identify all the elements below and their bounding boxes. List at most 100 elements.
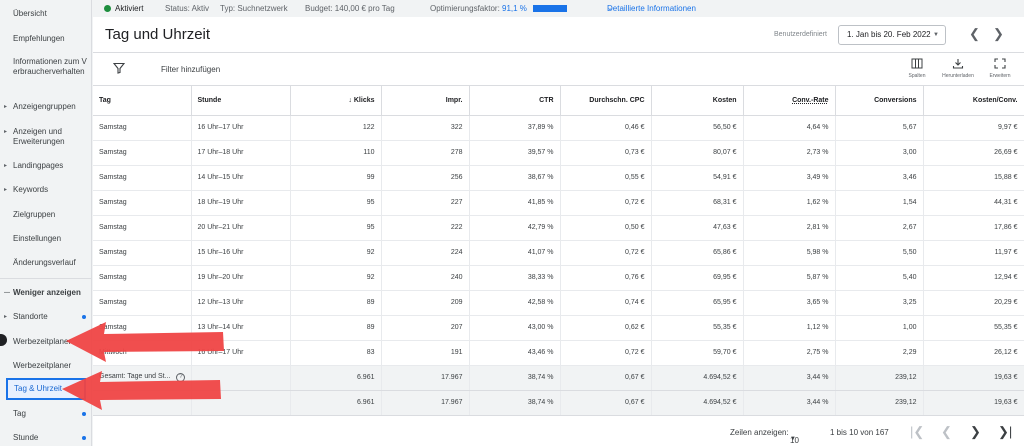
table-cell: 6.961 [290, 390, 382, 416]
table-cell: 38,74 % [469, 390, 561, 416]
cell-value: 1,12 % [806, 324, 829, 331]
cell-value: 17,86 € [994, 224, 1018, 231]
sidebar-item-empfehlungen[interactable]: Empfehlungen [0, 34, 92, 44]
sidebar-item-verbraucherverhalten[interactable]: Informationen zum Verbraucherverhalten [0, 57, 92, 77]
sidebar-subitem-stunde[interactable]: Stunde [0, 433, 92, 443]
column-header-stunde[interactable]: Stunde [191, 86, 291, 116]
table-row[interactable]: Samstag 15 Uhr–16 Uhr 92 224 41,07 % 0,72 € 65… [93, 240, 1024, 266]
date-range-picker[interactable]: 1. Jan bis 20. Feb 2022 ▼ [838, 25, 946, 45]
table-cell: 55,35 € [651, 315, 744, 341]
table-row[interactable]: Samstag 17 Uhr–18 Uhr 110 278 39,57 % 0,73 € 8… [93, 140, 1024, 166]
table-cell: 6.961 [290, 365, 382, 391]
column-header-tag[interactable]: Tag [93, 86, 192, 116]
next-page-icon[interactable]: ❯ [970, 424, 981, 440]
sidebar-item-label: Zielgruppen [13, 210, 56, 219]
table-row[interactable]: Samstag 16 Uhr–17 Uhr 122 322 37,89 % 0,46 € 5… [93, 115, 1024, 141]
cell-value: 65,95 € [713, 299, 737, 306]
cell-value: 3,46 [902, 174, 917, 181]
filter-icon[interactable] [113, 62, 125, 74]
column-header-conv-rate[interactable]: Conv.-Rate [743, 86, 836, 116]
cell-value: 4,64 % [806, 124, 829, 131]
column-header-klicks[interactable]: ↓ Klicks [290, 86, 382, 116]
last-page-icon[interactable]: ❯| [998, 424, 1012, 440]
table-cell: Samstag [93, 240, 192, 266]
table-cell: 95 [290, 215, 382, 241]
table-row[interactable]: Samstag 20 Uhr–21 Uhr 95 222 42,79 % 0,50 € 47… [93, 215, 1024, 241]
columns-button[interactable]: Spalten [900, 58, 934, 79]
column-header-cpc[interactable]: Durchschn. CPC [560, 86, 652, 116]
sidebar-item-uebersicht[interactable]: Übersicht [0, 9, 92, 19]
cell-value: 15 Uhr–16 Uhr [197, 249, 244, 256]
column-header-impr[interactable]: Impr. [381, 86, 470, 116]
expand-icon [994, 58, 1006, 69]
cell-value: 89 [366, 324, 375, 331]
cell-value: 41,85 % [527, 199, 554, 206]
cell-value: 44,31 € [994, 199, 1018, 206]
previous-page-icon[interactable]: ❮ [941, 424, 952, 440]
table-cell: 65,95 € [651, 290, 744, 316]
total-row[interactable]: Gesamt: Tage und St...? 6.961 17.967 38,74 … [93, 365, 1024, 391]
table-row[interactable]: Samstag 18 Uhr–19 Uhr 95 227 41,85 % 0,72 € 68… [93, 190, 1024, 216]
help-icon[interactable]: ? [176, 373, 186, 382]
cell-value: 256 [450, 174, 463, 181]
table-row[interactable]: Samstag 19 Uhr–20 Uhr 92 240 38,33 % 0,76 € 69… [93, 265, 1024, 291]
cell-value: 4.694,52 € [703, 399, 737, 406]
cell-value: Mittwoch [99, 349, 127, 356]
table-cell: 95 [290, 190, 382, 216]
sidebar-item-aenderungsverlauf[interactable]: Änderungsverlauf [0, 258, 92, 268]
sidebar-item-werbezeitplaner[interactable]: ▾Werbezeitplaner [0, 337, 92, 347]
table-row[interactable]: Samstag 12 Uhr–13 Uhr 89 209 42,58 % 0,74 € 65… [93, 290, 1024, 316]
cell-value: 1,62 % [806, 199, 829, 206]
table-cell: 1,62 % [743, 190, 836, 216]
cell-value: 207 [450, 324, 463, 331]
sidebar-item-einstellungen[interactable]: Einstellungen [0, 234, 92, 244]
cell-value: 92 [366, 249, 375, 256]
sidebar-item-zielgruppen[interactable]: Zielgruppen [0, 210, 92, 220]
table-cell: 19,63 € [923, 365, 1024, 391]
cell-value: 19,63 € [994, 399, 1018, 406]
column-header-ctr[interactable]: CTR [469, 86, 561, 116]
sidebar-item-label: Werbezeitplaner [13, 337, 72, 346]
next-period-icon[interactable]: ❯ [993, 26, 1004, 42]
sidebar-item-keywords[interactable]: ▸ Keywords [0, 185, 92, 195]
sidebar-subitem-tag-uhrzeit[interactable]: Tag & Uhrzeit [6, 378, 86, 400]
first-page-icon[interactable]: |❮ [910, 424, 924, 440]
table-row[interactable]: Samstag 13 Uhr–14 Uhr 89 207 43,00 % 0,62 € 55… [93, 315, 1024, 341]
table-row[interactable]: Mittwoch 16 Uhr–17 Uhr 83 191 43,46 % 0,72 € 5… [93, 340, 1024, 366]
cell-value: 13 Uhr–14 Uhr [197, 324, 244, 331]
sidebar-item-landingpages[interactable]: ▸ Landingpages [0, 161, 92, 171]
download-button[interactable]: Herunterladen [941, 58, 975, 79]
expand-button[interactable]: Erweitern [983, 58, 1017, 79]
table-cell: 3,00 [835, 140, 924, 166]
column-header-kosten-conv[interactable]: Kosten/Conv. [923, 86, 1024, 116]
sidebar-item-label: Stunde [13, 433, 39, 442]
sidebar-subitem-tag[interactable]: Tag [0, 409, 92, 419]
cell-value: 89 [366, 299, 375, 306]
table-cell: 80,07 € [651, 140, 744, 166]
table-cell: 12,94 € [923, 265, 1024, 291]
sidebar-item-standorte[interactable]: ▸ Standorte [0, 312, 92, 322]
sidebar-toggle-show-less[interactable]: — Weniger anzeigen [0, 288, 92, 298]
previous-period-icon[interactable]: ❮ [969, 26, 980, 42]
download-icon [952, 59, 964, 69]
add-filter-input[interactable]: Filter hinzufügen [161, 65, 220, 74]
table-cell: Mittwoch [93, 340, 192, 366]
table-row[interactable]: Samstag 14 Uhr–15 Uhr 99 256 38,67 % 0,55 € 54… [93, 165, 1024, 191]
table-cell: 16 Uhr–17 Uhr [191, 340, 291, 366]
sidebar-item-label: Werbezeitplaner [13, 361, 72, 370]
filter-toolbar: Filter hinzufügen Spalten Herunterladen … [93, 53, 1024, 86]
sidebar-subitem-werbezeitplaner[interactable]: Werbezeitplaner [0, 361, 92, 371]
table-cell: 2,29 [835, 340, 924, 366]
column-header-kosten[interactable]: Kosten [651, 86, 744, 116]
column-header-conversions[interactable]: Conversions [835, 86, 924, 116]
sidebar-item-anzeigengruppen[interactable]: ▸ Anzeigengruppen [0, 102, 92, 112]
table-cell: 0,67 € [560, 390, 652, 416]
cell-value: 15,88 € [994, 174, 1018, 181]
table-cell: 2,67 [835, 215, 924, 241]
cell-value: 0,50 € [625, 224, 645, 231]
notification-dot [82, 436, 86, 440]
cell-value: 19,63 € [994, 374, 1018, 381]
cell-value: 227 [450, 199, 463, 206]
total-row[interactable]: 6.961 17.967 38,74 % 0,67 € 4.694,52 € 3,44 %… [93, 390, 1024, 416]
sidebar-item-anzeigen[interactable]: ▸ Anzeigen und Erweiterungen [0, 127, 92, 147]
